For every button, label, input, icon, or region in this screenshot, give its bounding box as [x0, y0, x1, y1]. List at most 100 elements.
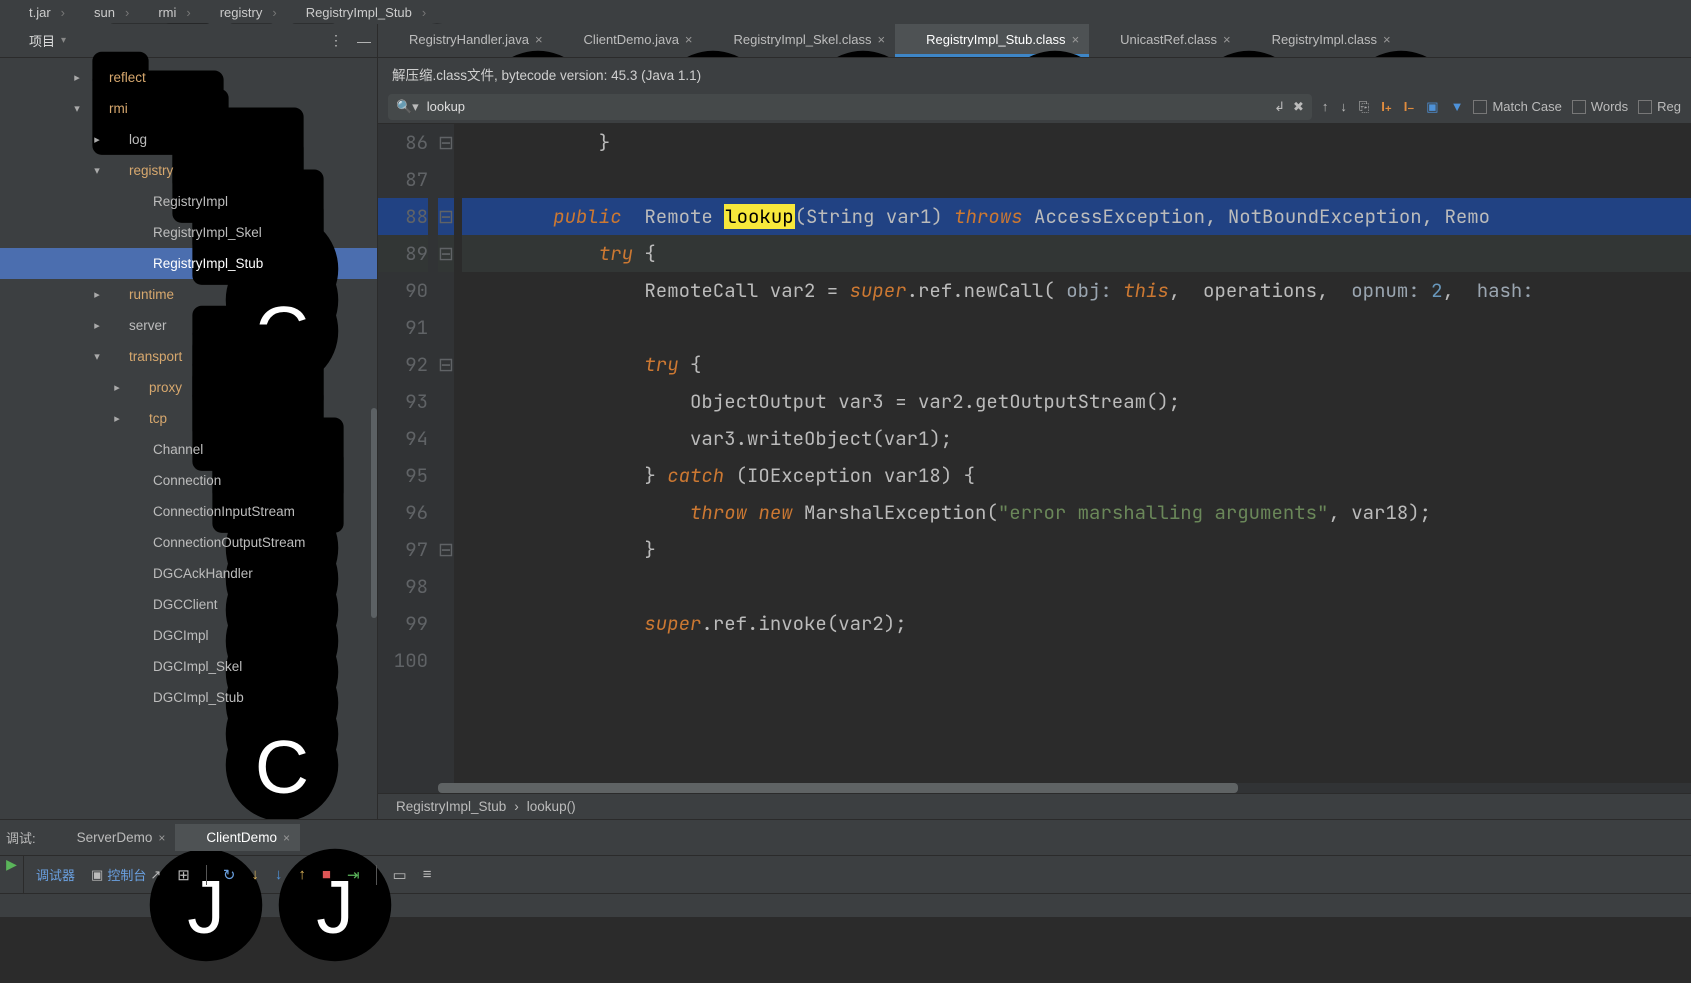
folder-icon	[108, 349, 123, 364]
words-checkbox[interactable]: Words	[1572, 99, 1628, 114]
debug-tab-label: ClientDemo	[206, 830, 277, 845]
code-line[interactable]	[462, 568, 1691, 605]
code-line[interactable]: try {	[462, 235, 1691, 272]
tree-item[interactable]: ▸ reflect	[0, 62, 377, 93]
search-prev-icon[interactable]: ↑	[1322, 99, 1329, 114]
breadcrumb-item[interactable]: RegistryImpl_Stub	[283, 3, 416, 22]
close-icon[interactable]: ×	[1383, 32, 1391, 47]
evaluate-icon[interactable]: ▭	[393, 866, 407, 884]
editor-tab[interactable]: ClientDemo.java ×	[553, 24, 703, 57]
tree-item-label: DGCImpl_Skel	[153, 659, 242, 674]
line-gutter: 8687888990919293949596979899100	[378, 124, 438, 783]
step-into-icon[interactable]: ↓	[275, 866, 283, 883]
code-line[interactable]	[462, 161, 1691, 198]
tree-chevron[interactable]: ▸	[92, 288, 102, 301]
breadcrumb-item[interactable]: rmi	[135, 3, 180, 22]
class-icon	[132, 659, 147, 674]
filter-icon[interactable]: ▼	[1451, 99, 1464, 114]
step-over-icon[interactable]: ↓	[251, 866, 259, 883]
tree-chevron[interactable]: ▸	[112, 412, 122, 425]
editor-tab[interactable]: RegistryImpl.class ×	[1241, 24, 1401, 57]
tree-item-label: registry	[129, 163, 173, 178]
debug-tab[interactable]: ClientDemo ×	[175, 824, 300, 851]
debugger-tab[interactable]: 调试器	[36, 865, 75, 884]
frames-icon[interactable]: ⊞	[177, 866, 190, 884]
search-next-icon[interactable]: ↓	[1340, 99, 1347, 114]
search-anchor-icon[interactable]: ⎘	[1359, 99, 1369, 115]
project-tool-title[interactable]: 项目 ▾	[8, 31, 66, 50]
code-line[interactable]	[462, 642, 1691, 679]
close-icon[interactable]: ×	[283, 831, 290, 845]
close-icon[interactable]: ×	[158, 831, 165, 845]
tree-scroll-thumb[interactable]	[371, 408, 377, 618]
editor-tab[interactable]: UnicastRef.class ×	[1089, 24, 1240, 57]
code-line[interactable]	[462, 309, 1691, 346]
match-case-checkbox[interactable]: Match Case	[1473, 99, 1561, 114]
breadcrumb-item[interactable]: t.jar	[6, 3, 55, 22]
step-out-icon[interactable]: ↑	[298, 866, 306, 883]
search-enter-icon[interactable]: ↲	[1274, 99, 1285, 115]
settings-icon[interactable]: ≡	[423, 866, 432, 883]
close-icon[interactable]: ×	[1072, 32, 1080, 47]
run-to-cursor-icon[interactable]: ⇥	[347, 866, 360, 884]
regex-checkbox[interactable]: Reg	[1638, 99, 1681, 114]
close-icon[interactable]: ×	[535, 32, 543, 47]
tree-chevron[interactable]: ▾	[92, 164, 102, 177]
search-icon[interactable]: 🔍▾	[396, 99, 419, 115]
code-editor[interactable]: 8687888990919293949596979899100 ⊟⊟⊟⊟⊟ } …	[378, 124, 1691, 783]
editor-horizontal-scrollbar[interactable]	[378, 783, 1691, 793]
editor-scroll-thumb[interactable]	[438, 783, 1238, 793]
breadcrumb-item[interactable]: sun	[71, 3, 119, 22]
collapse-icon[interactable]: —	[357, 33, 371, 49]
tree-chevron[interactable]: ▸	[92, 133, 102, 146]
sidebar-header: 项目 ▾ ⋮ —	[0, 24, 377, 58]
code-line[interactable]: try {	[462, 346, 1691, 383]
tree-chevron[interactable]: ▾	[92, 350, 102, 363]
tree-item-label: log	[129, 132, 147, 147]
editor-breadcrumb[interactable]: RegistryImpl_Stub › lookup()	[378, 793, 1691, 819]
debug-tab[interactable]: ServerDemo ×	[46, 824, 176, 851]
tree-chevron[interactable]: ▾	[72, 102, 82, 115]
close-icon[interactable]: ×	[1223, 32, 1231, 47]
close-icon[interactable]: ×	[685, 32, 693, 47]
search-clear-icon[interactable]: ✖	[1293, 99, 1304, 115]
search-input[interactable]	[427, 99, 1266, 114]
class-icon	[132, 473, 147, 488]
code-line[interactable]: throw new MarshalException("error marsha…	[462, 494, 1691, 531]
class-icon	[132, 628, 147, 643]
editor-tab[interactable]: RegistryImpl_Stub.class ×	[895, 24, 1089, 57]
editor-tab[interactable]: RegistryHandler.java ×	[378, 24, 553, 57]
folder-icon	[88, 101, 103, 116]
console-tab[interactable]: ▣ 控制台 ↗	[91, 865, 161, 884]
stop-icon[interactable]: ■	[322, 866, 331, 883]
code-line[interactable]: } catch (IOException var18) {	[462, 457, 1691, 494]
editor-tab[interactable]: RegistryImpl_Skel.class ×	[703, 24, 896, 57]
select-all-icon[interactable]: ▣	[1426, 99, 1438, 115]
tree-item-label: RegistryImpl_Skel	[153, 225, 262, 240]
tree-item-label: DGCImpl_Stub	[153, 690, 244, 705]
project-sidebar: 项目 ▾ ⋮ — ▸ reflect ▾ rmi ▸ log ▾ r	[0, 24, 378, 819]
breadcrumb-item[interactable]: registry	[197, 3, 267, 22]
debug-resume-column[interactable]: ▶	[0, 856, 24, 893]
code-line[interactable]: public Remote lookup(String var1) throws…	[462, 198, 1691, 235]
code-line[interactable]: ObjectOutput var3 = var2.getOutputStream…	[462, 383, 1691, 420]
close-icon[interactable]: ×	[878, 32, 886, 47]
code-line[interactable]: super.ref.invoke(var2);	[462, 605, 1691, 642]
more-icon[interactable]: ⋮	[329, 32, 343, 49]
tree-chevron[interactable]: ▸	[92, 319, 102, 332]
fold-column[interactable]: ⊟⊟⊟⊟⊟	[438, 124, 454, 783]
tree-chevron[interactable]: ▸	[72, 71, 82, 84]
code-content[interactable]: } public Remote lookup(String var1) thro…	[454, 124, 1691, 783]
project-tree[interactable]: ▸ reflect ▾ rmi ▸ log ▾ registry Registr…	[0, 58, 377, 819]
class-icon	[1251, 32, 1266, 47]
code-line[interactable]: }	[462, 531, 1691, 568]
code-line[interactable]: RemoteCall var2 = super.ref.newCall( obj…	[462, 272, 1691, 309]
debug-tab-label: ServerDemo	[77, 830, 153, 845]
code-line[interactable]: var3.writeObject(var1);	[462, 420, 1691, 457]
code-line[interactable]: }	[462, 124, 1691, 161]
class-icon	[132, 504, 147, 519]
remove-selection-icon[interactable]: I₋	[1404, 99, 1414, 115]
tree-chevron[interactable]: ▸	[112, 381, 122, 394]
add-selection-icon[interactable]: I₊	[1381, 99, 1391, 115]
rerun-icon[interactable]: ↻	[223, 866, 236, 884]
